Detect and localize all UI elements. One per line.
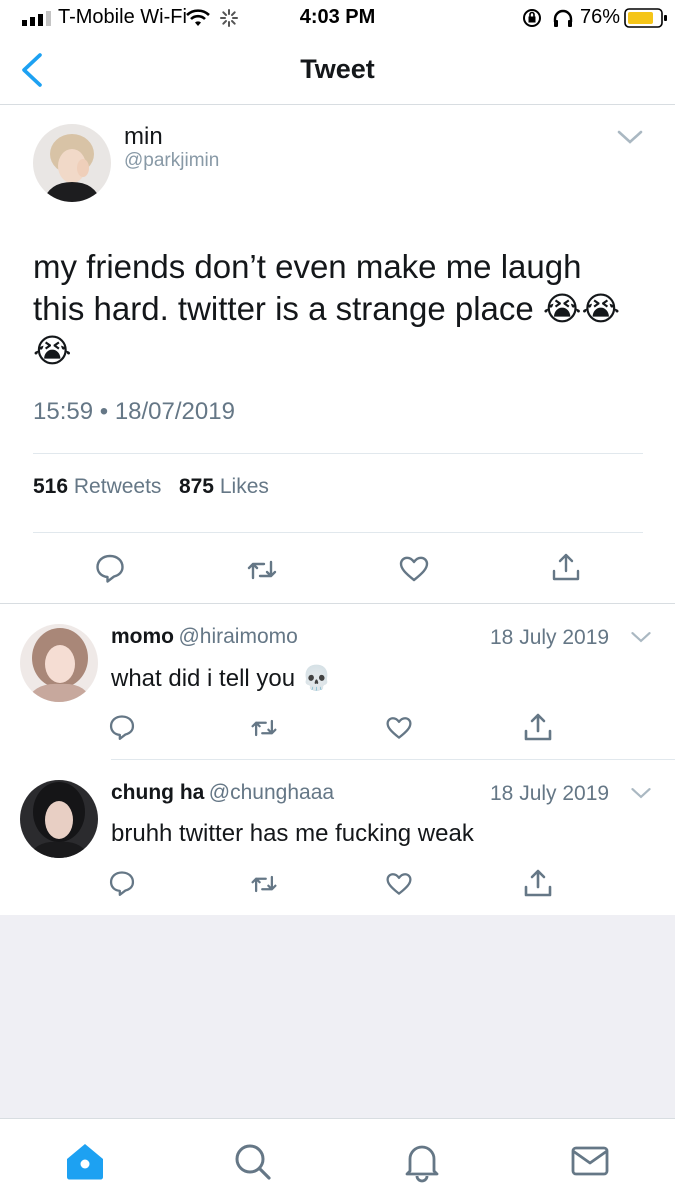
search-icon[interactable] xyxy=(230,1139,274,1183)
share-icon[interactable] xyxy=(522,867,554,899)
avatar-image xyxy=(20,780,98,858)
reply-author-name[interactable]: momo xyxy=(111,625,174,648)
author-name[interactable]: min xyxy=(124,123,163,151)
chevron-down-icon[interactable] xyxy=(630,786,652,800)
separator-dot: • xyxy=(99,398,109,425)
tweet-time: 15:59 xyxy=(33,398,94,425)
navigation-bar: Tweet xyxy=(0,34,675,105)
divider xyxy=(0,603,675,604)
rotation-lock-icon xyxy=(523,9,541,27)
avatar-image xyxy=(20,624,98,702)
reply-date: 18 July 2019 xyxy=(490,782,610,805)
reply-header: chung ha @chunghaaa xyxy=(111,781,334,805)
tweet-text: my friends don’t even make me laugh this… xyxy=(33,246,643,372)
avatar-image xyxy=(33,124,111,202)
battery-percentage: 76% xyxy=(580,6,621,28)
reply-author-handle[interactable]: @chunghaaa xyxy=(209,781,334,804)
share-icon[interactable] xyxy=(522,711,554,743)
reply-icon[interactable] xyxy=(108,869,136,897)
home-icon[interactable] xyxy=(63,1139,107,1183)
status-bar: T-Mobile Wi-Fi 4:03 PM 76% xyxy=(0,0,675,34)
tweet-text-line: my friends don’t even make me laugh xyxy=(33,248,582,285)
mail-icon[interactable] xyxy=(568,1139,612,1183)
reply-author-handle[interactable]: @hiraimomo xyxy=(178,625,297,648)
avatar[interactable] xyxy=(20,780,98,858)
chevron-down-icon[interactable] xyxy=(630,630,652,644)
likes-stat[interactable]: 875 Likes xyxy=(179,475,269,498)
reply-author-name[interactable]: chung ha xyxy=(111,781,204,804)
reply-icon[interactable] xyxy=(108,713,136,741)
retweet-icon[interactable] xyxy=(250,870,278,898)
likes-label: Likes xyxy=(219,475,269,498)
author-handle[interactable]: @parkjimin xyxy=(124,150,219,172)
divider xyxy=(33,453,643,454)
chevron-down-icon[interactable] xyxy=(616,128,644,146)
retweet-icon[interactable] xyxy=(246,554,278,586)
tweet-text-line: this hard. twitter is a strange place 😭😭 xyxy=(33,290,621,327)
retweets-count: 516 xyxy=(33,475,69,498)
empty-background xyxy=(0,915,675,1118)
tweet-stats: 516 Retweets 875 Likes xyxy=(33,475,269,499)
heart-icon[interactable] xyxy=(385,870,413,898)
tab-bar xyxy=(0,1118,675,1201)
tweet-timestamp: 15:59 • 18/07/2019 xyxy=(33,398,235,426)
reply-text: bruhh twitter has me fucking weak xyxy=(111,820,474,847)
heart-icon[interactable] xyxy=(385,714,413,742)
reply-header: momo @hiraimomo xyxy=(111,625,298,649)
retweets-stat[interactable]: 516 Retweets xyxy=(33,475,161,498)
divider xyxy=(33,532,643,533)
heart-icon[interactable] xyxy=(398,553,430,585)
likes-count: 875 xyxy=(178,475,214,498)
page-title: Tweet xyxy=(300,54,375,84)
headphones-icon xyxy=(553,9,573,27)
share-icon[interactable] xyxy=(550,551,582,583)
tweet-date: 18/07/2019 xyxy=(114,398,235,425)
avatar[interactable] xyxy=(20,624,98,702)
bell-icon[interactable] xyxy=(400,1139,444,1183)
reply-icon[interactable] xyxy=(94,552,126,584)
reply-text: what did i tell you 💀 xyxy=(111,665,332,692)
avatar[interactable] xyxy=(33,124,111,202)
tweet-text-line: 😭 xyxy=(33,332,72,369)
retweets-label: Retweets xyxy=(73,475,162,498)
reply-date: 18 July 2019 xyxy=(490,626,610,649)
divider xyxy=(111,759,675,760)
retweet-icon[interactable] xyxy=(250,714,278,742)
battery-icon xyxy=(624,8,667,28)
